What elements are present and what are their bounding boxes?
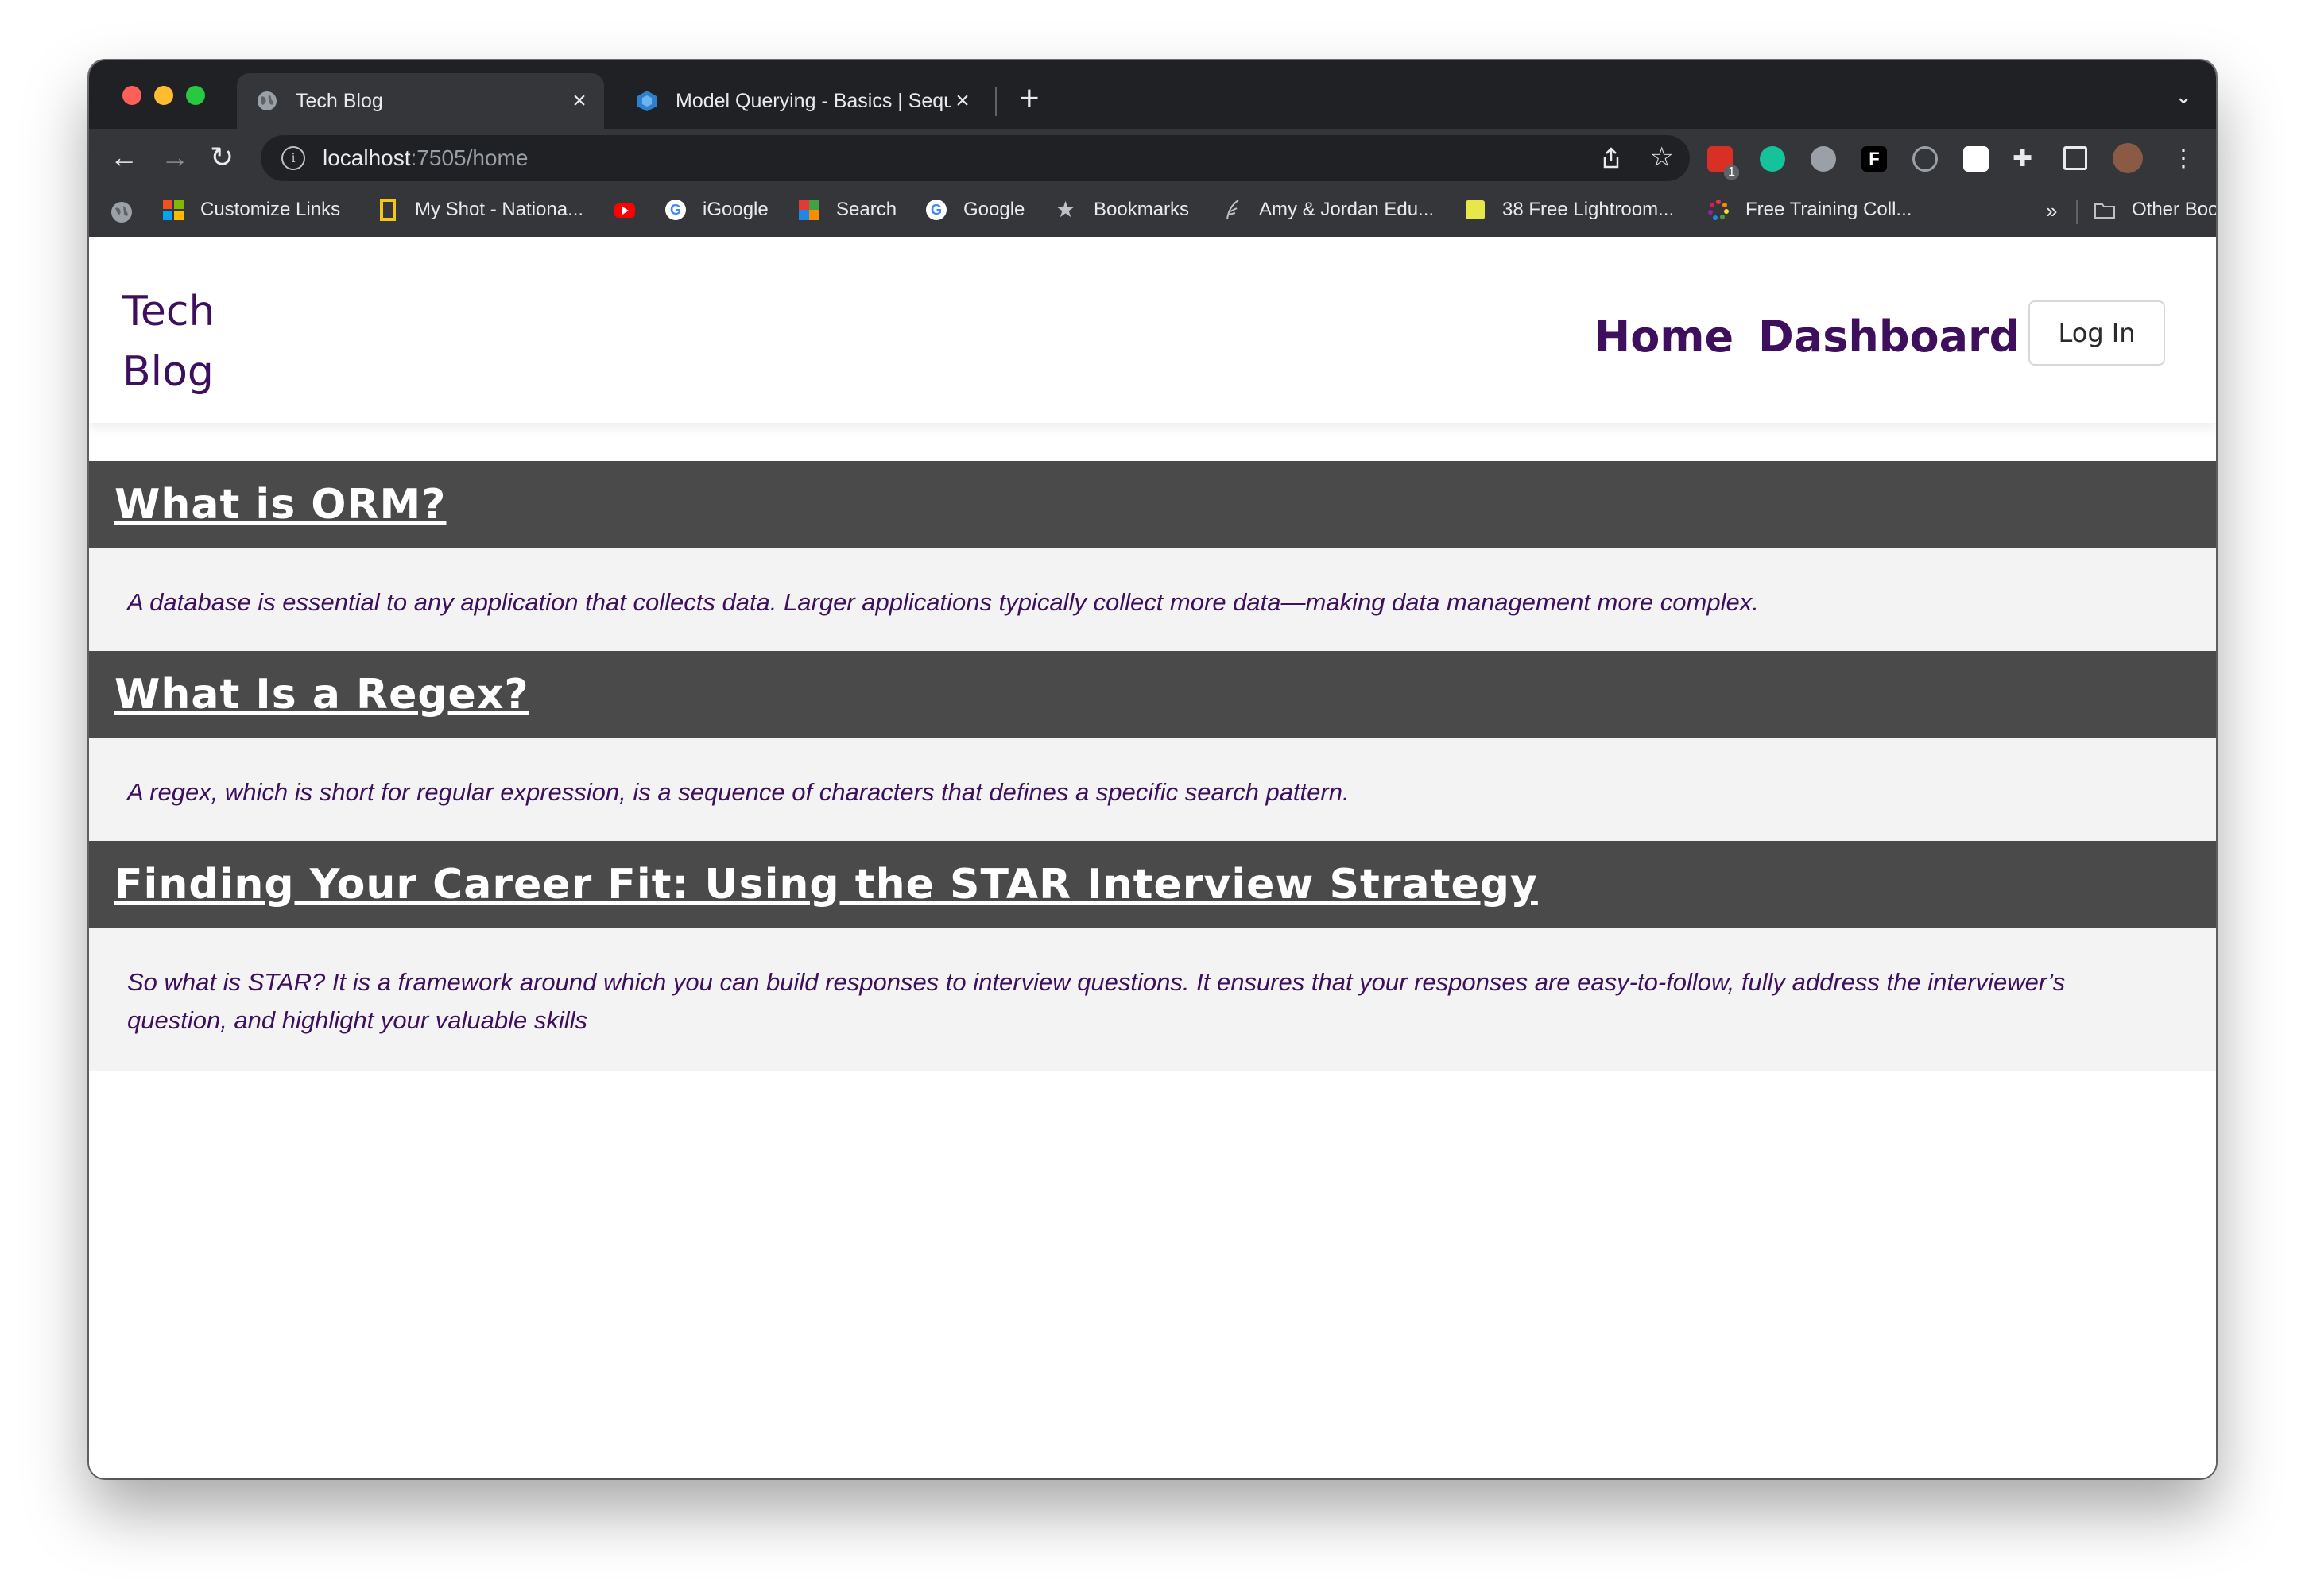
bookmark-label: Bookmarks <box>1094 199 1190 220</box>
url-path: :7505/home <box>410 145 529 170</box>
maximize-window-button[interactable] <box>186 86 205 105</box>
info-icon[interactable]: i <box>281 146 305 170</box>
bookmark-label: Free Training Coll... <box>1745 199 1912 220</box>
tab-divider <box>995 87 997 116</box>
bookmarks-bar: Customize Links My Shot - Nationa... G i… <box>89 188 2216 238</box>
google-icon: G <box>665 200 686 220</box>
address-bar[interactable]: i localhost:7505/home ☆ <box>261 135 1690 181</box>
extension-sync-icon[interactable] <box>1912 146 1938 172</box>
extension-grey-icon[interactable] <box>1811 146 1836 172</box>
colorwheel-icon <box>1708 200 1729 220</box>
site-header: Tech Blog Home Dashboard Log In <box>89 237 2216 423</box>
bookmarks-overflow-button[interactable]: » <box>2046 199 2057 223</box>
extension-f-icon[interactable]: F <box>1861 146 1887 172</box>
sequelize-icon <box>637 91 657 111</box>
bookmark-bookmarks[interactable]: ★ Bookmarks <box>1056 199 1189 221</box>
grammarly-icon[interactable] <box>1760 146 1785 172</box>
tab-sequelize[interactable]: Model Querying - Basics | Sequelize × <box>617 73 987 129</box>
tab-title: Tech Blog <box>296 89 383 112</box>
lightroom-icon <box>1466 200 1485 219</box>
post-title-link[interactable]: What Is a Regex? <box>114 671 529 719</box>
post-title-link[interactable]: What is ORM? <box>114 481 446 529</box>
extension-red-icon[interactable]: 1 <box>1707 146 1739 180</box>
bookmark-other-bookmarks[interactable]: Other Bookmarks <box>2094 199 2216 221</box>
feather-icon <box>1226 200 1239 220</box>
bookmark-label: Customize Links <box>200 199 341 220</box>
puzzle-icon[interactable]: ✚ <box>2013 145 2032 172</box>
national-geographic-icon <box>380 199 396 221</box>
bookmark-amy-jordan[interactable]: Amy & Jordan Edu... <box>1221 199 1434 221</box>
menu-kebab-icon[interactable]: ⋮ <box>2171 145 2195 172</box>
nav-home-link[interactable]: Home <box>1594 312 1734 362</box>
globe-icon <box>258 91 277 110</box>
new-tab-button[interactable]: + <box>1019 81 1040 116</box>
bookmark-free-training[interactable]: Free Training Coll... <box>1707 199 1912 221</box>
login-button[interactable]: Log In <box>2028 300 2165 366</box>
nav-dashboard-link[interactable]: Dashboard <box>1758 312 2020 362</box>
post-card: What is ORM? A database is essential to … <box>89 461 2216 653</box>
bookmark-label: iGoogle <box>703 199 769 220</box>
tab-strip: Tech Blog × Model Querying - Basics | Se… <box>89 60 2216 129</box>
post-header: What is ORM? <box>89 461 2216 548</box>
bookmark-label: My Shot - Nationa... <box>415 199 584 220</box>
close-icon[interactable]: × <box>951 87 974 114</box>
post-excerpt: A database is essential to any applicati… <box>89 548 2216 653</box>
microsoft-icon <box>163 200 184 220</box>
browser-window: Tech Blog × Model Querying - Basics | Se… <box>89 60 2216 1478</box>
tab-search-chevron-icon[interactable]: ⌄ <box>2175 84 2192 109</box>
avatar[interactable] <box>2113 143 2143 173</box>
bookmark-my-shot[interactable]: My Shot - Nationa... <box>377 199 583 221</box>
bookmark-label: Google <box>963 199 1025 220</box>
post-header: Finding Your Career Fit: Using the STAR … <box>89 841 2216 928</box>
side-panel-icon[interactable] <box>2063 146 2087 170</box>
close-icon[interactable]: × <box>568 87 591 114</box>
bookmarks-divider <box>2076 200 2078 224</box>
post-excerpt: A regex, which is short for regular expr… <box>89 738 2216 843</box>
reload-icon[interactable]: ↻ <box>210 140 234 175</box>
svg-text:G: G <box>931 202 942 218</box>
post-card: Finding Your Career Fit: Using the STAR … <box>89 841 2216 1071</box>
tab-title: Model Querying - Basics | Sequelize <box>676 89 951 112</box>
extension-white-icon[interactable] <box>1963 146 1989 172</box>
close-window-button[interactable] <box>122 86 141 105</box>
back-arrow-icon[interactable]: ← <box>110 140 138 175</box>
folder-icon <box>2094 203 2115 219</box>
post-excerpt: So what is STAR? It is a framework aroun… <box>89 928 2216 1071</box>
bookmark-google[interactable]: G Google <box>925 199 1025 221</box>
bookmark-star-icon[interactable]: ☆ <box>1650 141 1674 173</box>
bookmark-label: Other Bookmarks <box>2132 199 2216 220</box>
overflow-chevron: » <box>2046 199 2058 223</box>
bookmark-label: Search <box>836 199 897 220</box>
svg-text:G: G <box>670 202 681 218</box>
post-card: What Is a Regex? A regex, which is short… <box>89 651 2216 843</box>
bookmark-label: 38 Free Lightroom... <box>1502 199 1675 220</box>
post-title-link[interactable]: Finding Your Career Fit: Using the STAR … <box>114 861 1538 908</box>
share-icon[interactable] <box>1599 146 1623 170</box>
globe-icon[interactable] <box>110 200 134 224</box>
post-header: What Is a Regex? <box>89 651 2216 738</box>
minimize-window-button[interactable] <box>154 86 173 105</box>
browser-toolbar: ← → ↻ i localhost:7505/home ☆ 1 F ✚ ⋮ <box>89 129 2216 188</box>
page-content: Tech Blog Home Dashboard Log In What is … <box>89 237 2216 1478</box>
forward-arrow-icon[interactable]: → <box>161 140 189 175</box>
tab-tech-blog[interactable]: Tech Blog × <box>237 73 604 129</box>
bookmark-lightroom[interactable]: 38 Free Lightroom... <box>1464 199 1674 221</box>
youtube-icon <box>614 203 635 218</box>
google-icon: G <box>926 200 947 220</box>
bookmark-youtube[interactable] <box>614 199 652 221</box>
bookmark-igoogle[interactable]: G iGoogle <box>664 199 769 221</box>
star-icon: ★ <box>1056 197 1076 222</box>
extension-badge: 1 <box>1724 165 1739 180</box>
bookmark-search[interactable]: Search <box>798 199 897 221</box>
search-app-icon <box>799 200 819 220</box>
bookmark-customize-links[interactable]: Customize Links <box>162 199 340 221</box>
site-brand[interactable]: Tech Blog <box>122 281 281 402</box>
url-host: localhost <box>323 145 411 170</box>
bookmark-label: Amy & Jordan Edu... <box>1259 199 1435 220</box>
